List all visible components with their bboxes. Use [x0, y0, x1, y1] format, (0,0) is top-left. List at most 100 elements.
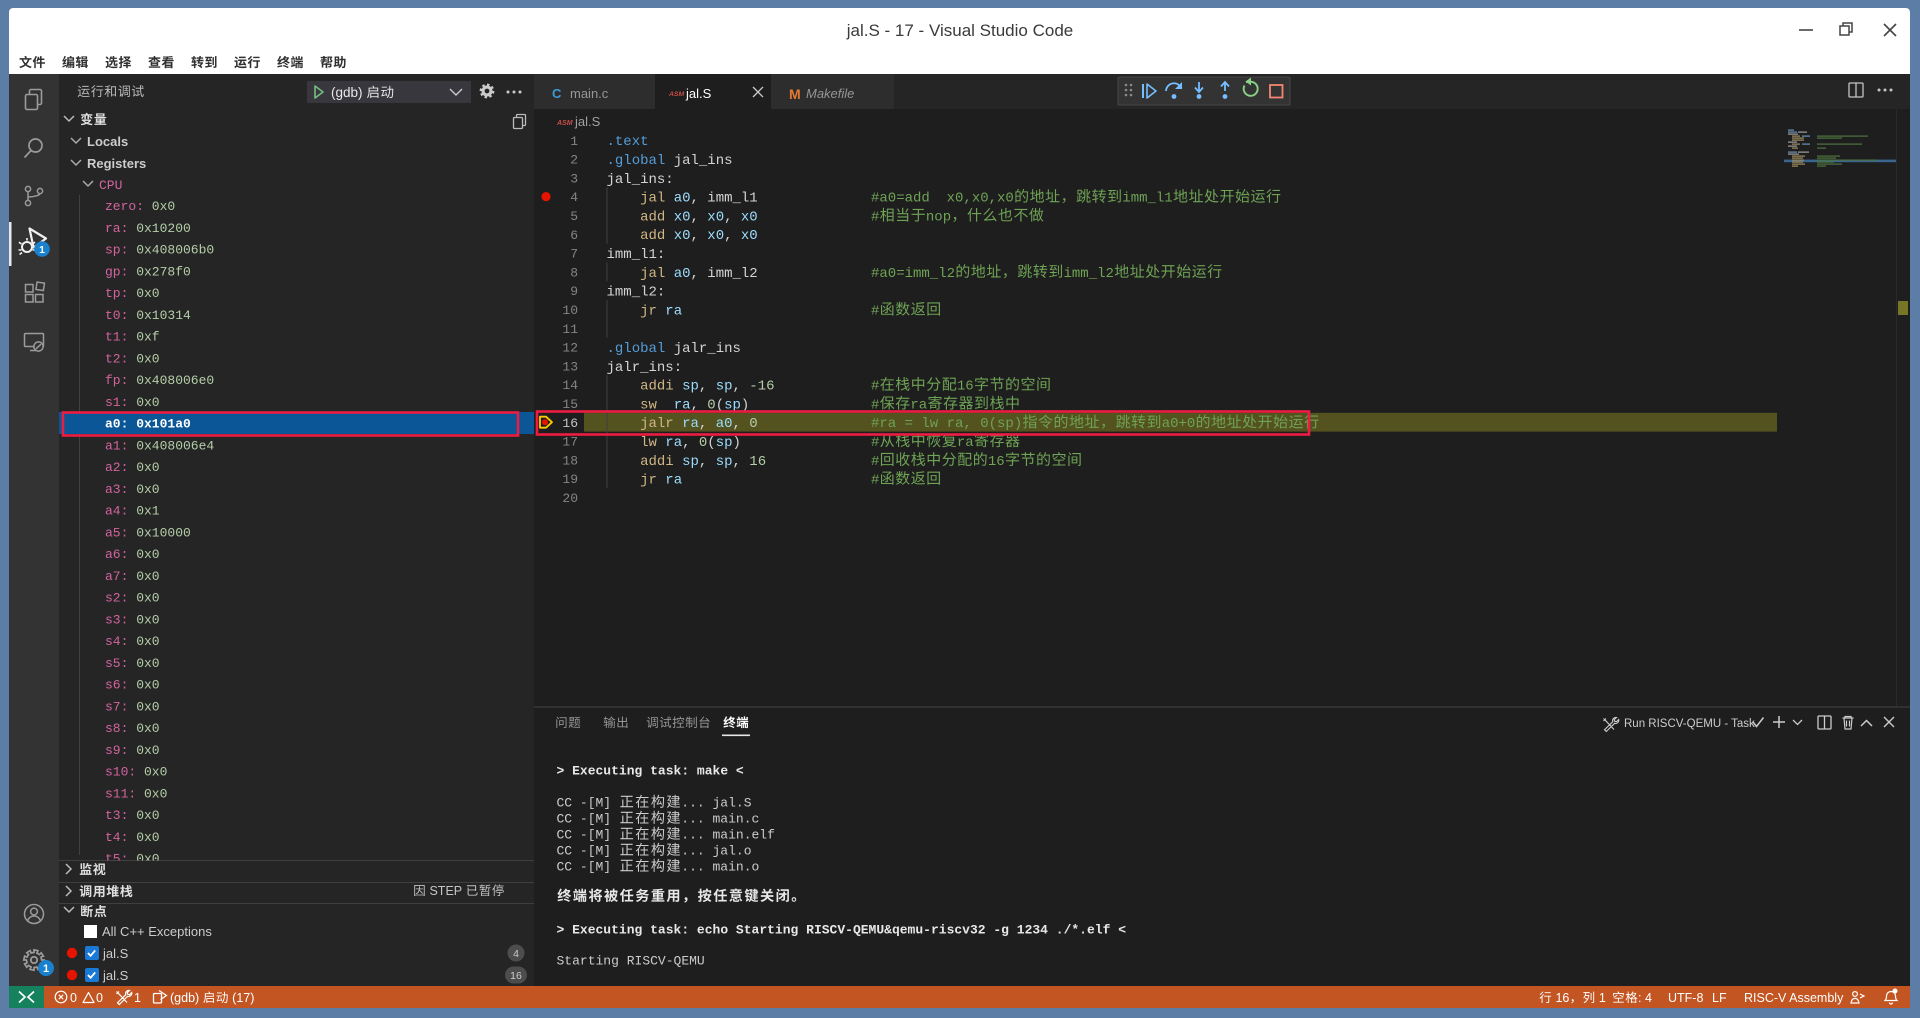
- svg-text:0x0: 0x0: [136, 699, 159, 714]
- svg-text:,: ,: [682, 435, 699, 451]
- svg-text:.global: .global: [607, 341, 666, 357]
- svg-text:17: 17: [562, 435, 578, 450]
- svg-text:19: 19: [562, 472, 578, 487]
- svg-text:0x0: 0x0: [136, 460, 159, 475]
- svg-text:nop: nop: [926, 209, 951, 225]
- svg-text:,: ,: [733, 416, 750, 432]
- svg-text:1: 1: [570, 134, 578, 149]
- svg-text:,: ,: [699, 454, 716, 470]
- svg-text:a0:: a0:: [105, 417, 136, 432]
- svg-text:jal.S: jal.S: [102, 968, 129, 983]
- svg-text:#: #: [871, 303, 879, 319]
- svg-text:add: add: [640, 209, 665, 225]
- svg-text:s5:: s5:: [105, 656, 128, 671]
- svg-text:0x0: 0x0: [136, 852, 159, 867]
- svg-text:CC -[M]: CC -[M]: [557, 844, 619, 859]
- svg-text:4: 4: [513, 948, 519, 960]
- svg-text:0x0: 0x0: [144, 786, 167, 801]
- svg-text:0x0: 0x0: [136, 591, 159, 606]
- svg-text:0x10200: 0x10200: [136, 221, 191, 236]
- svg-text:a1:: a1:: [105, 438, 128, 453]
- svg-text:0x10314: 0x10314: [136, 308, 191, 323]
- svg-text:sp:: sp:: [105, 243, 128, 258]
- svg-text:s2:: s2:: [105, 591, 128, 606]
- svg-text:9: 9: [570, 284, 578, 299]
- svg-text:ASM: ASM: [668, 91, 684, 98]
- svg-text:0x408006e0: 0x408006e0: [136, 373, 214, 388]
- svg-text:7: 7: [570, 247, 578, 262]
- svg-text:jalr: jalr: [640, 416, 674, 432]
- svg-text:ra: ra: [665, 303, 682, 319]
- svg-text:0x0: 0x0: [136, 678, 159, 693]
- svg-text:0x0: 0x0: [136, 482, 159, 497]
- svg-text:0x0: 0x0: [136, 830, 159, 845]
- svg-text:-16: -16: [749, 379, 774, 395]
- svg-text:0: 0: [70, 991, 77, 1005]
- svg-text:(gdb): (gdb): [170, 991, 203, 1005]
- svg-text:16: 16: [1552, 991, 1569, 1005]
- svg-text:s10:: s10:: [105, 765, 136, 780]
- svg-text:0x0: 0x0: [136, 351, 159, 366]
- svg-text:M: M: [789, 86, 801, 102]
- svg-text:ra: ra: [665, 435, 682, 451]
- svg-text:sp: sp: [716, 454, 733, 470]
- svg-text:1: 1: [1595, 991, 1605, 1005]
- svg-text:t2:: t2:: [105, 351, 128, 366]
- svg-text:jal.S: jal.S: [685, 86, 712, 101]
- svg-text:,: ,: [724, 209, 741, 225]
- svg-text:13: 13: [562, 359, 578, 374]
- svg-text:ra: ra: [957, 435, 974, 451]
- svg-text:#: #: [871, 473, 879, 489]
- svg-text:0xf: 0xf: [136, 330, 159, 345]
- svg-text:0: 0: [699, 435, 707, 451]
- svg-text:UTF-8: UTF-8: [1668, 991, 1703, 1005]
- svg-text:t3:: t3:: [105, 808, 128, 823]
- svg-text:a0: a0: [674, 191, 691, 207]
- svg-text:1: 1: [134, 991, 141, 1005]
- svg-text:.global: .global: [607, 153, 666, 169]
- svg-text:,: ,: [699, 379, 716, 395]
- svg-text:jal.S: jal.S: [574, 114, 601, 129]
- svg-text:#: #: [871, 379, 879, 395]
- svg-text:imm_l2: imm_l2: [1064, 266, 1114, 282]
- svg-text:s11:: s11:: [105, 786, 136, 801]
- svg-text:LF: LF: [1712, 991, 1727, 1005]
- svg-text:Locals: Locals: [87, 134, 128, 149]
- svg-text:0x0: 0x0: [136, 547, 159, 562]
- svg-text:: 4: : 4: [1638, 991, 1652, 1005]
- svg-text:... main.c: ... main.c: [681, 812, 759, 827]
- svg-text:ra: ra: [665, 473, 682, 489]
- svg-text:, imm_l2: , imm_l2: [691, 266, 758, 282]
- svg-text:t5:: t5:: [105, 852, 128, 867]
- svg-text:#ra = lw ra, 0(sp): #ra = lw ra, 0(sp): [871, 416, 1022, 432]
- svg-text:15: 15: [562, 397, 578, 412]
- svg-text:1: 1: [39, 244, 45, 256]
- svg-text:,: ,: [733, 454, 750, 470]
- svg-text:0x278f0: 0x278f0: [136, 264, 191, 279]
- svg-text:x0: x0: [674, 228, 691, 244]
- svg-text:a0: a0: [674, 266, 691, 282]
- svg-text:x0: x0: [674, 209, 691, 225]
- svg-text:a5:: a5:: [105, 525, 128, 540]
- svg-text:16: 16: [510, 970, 522, 982]
- svg-text:a0: a0: [716, 416, 733, 432]
- svg-text:... jal.o: ... jal.o: [681, 844, 751, 859]
- svg-text:0x0: 0x0: [136, 569, 159, 584]
- svg-text:Run RISCV-QEMU - Task: Run RISCV-QEMU - Task: [1624, 718, 1755, 730]
- svg-text:0x0: 0x0: [152, 199, 175, 214]
- svg-text:0x0: 0x0: [136, 721, 159, 736]
- svg-text:#a0=add x0,x0,x0: #a0=add x0,x0,x0: [871, 191, 1014, 207]
- svg-text:12: 12: [562, 341, 578, 356]
- svg-text:a3:: a3:: [105, 482, 128, 497]
- svg-text:16: 16: [749, 454, 766, 470]
- svg-text:jalr_ins: jalr_ins: [665, 341, 741, 357]
- svg-text:jal: jal: [640, 191, 665, 207]
- svg-text:0x0: 0x0: [136, 286, 159, 301]
- svg-text:Starting RISCV-QEMU: Starting RISCV-QEMU: [557, 954, 705, 969]
- svg-text:16: 16: [988, 454, 1005, 470]
- svg-text:... jal.S: ... jal.S: [681, 796, 751, 811]
- svg-text:ra:: ra:: [105, 221, 128, 236]
- svg-text:, imm_l1: , imm_l1: [691, 191, 758, 207]
- svg-text:0x0: 0x0: [136, 634, 159, 649]
- svg-text:16: 16: [562, 416, 578, 431]
